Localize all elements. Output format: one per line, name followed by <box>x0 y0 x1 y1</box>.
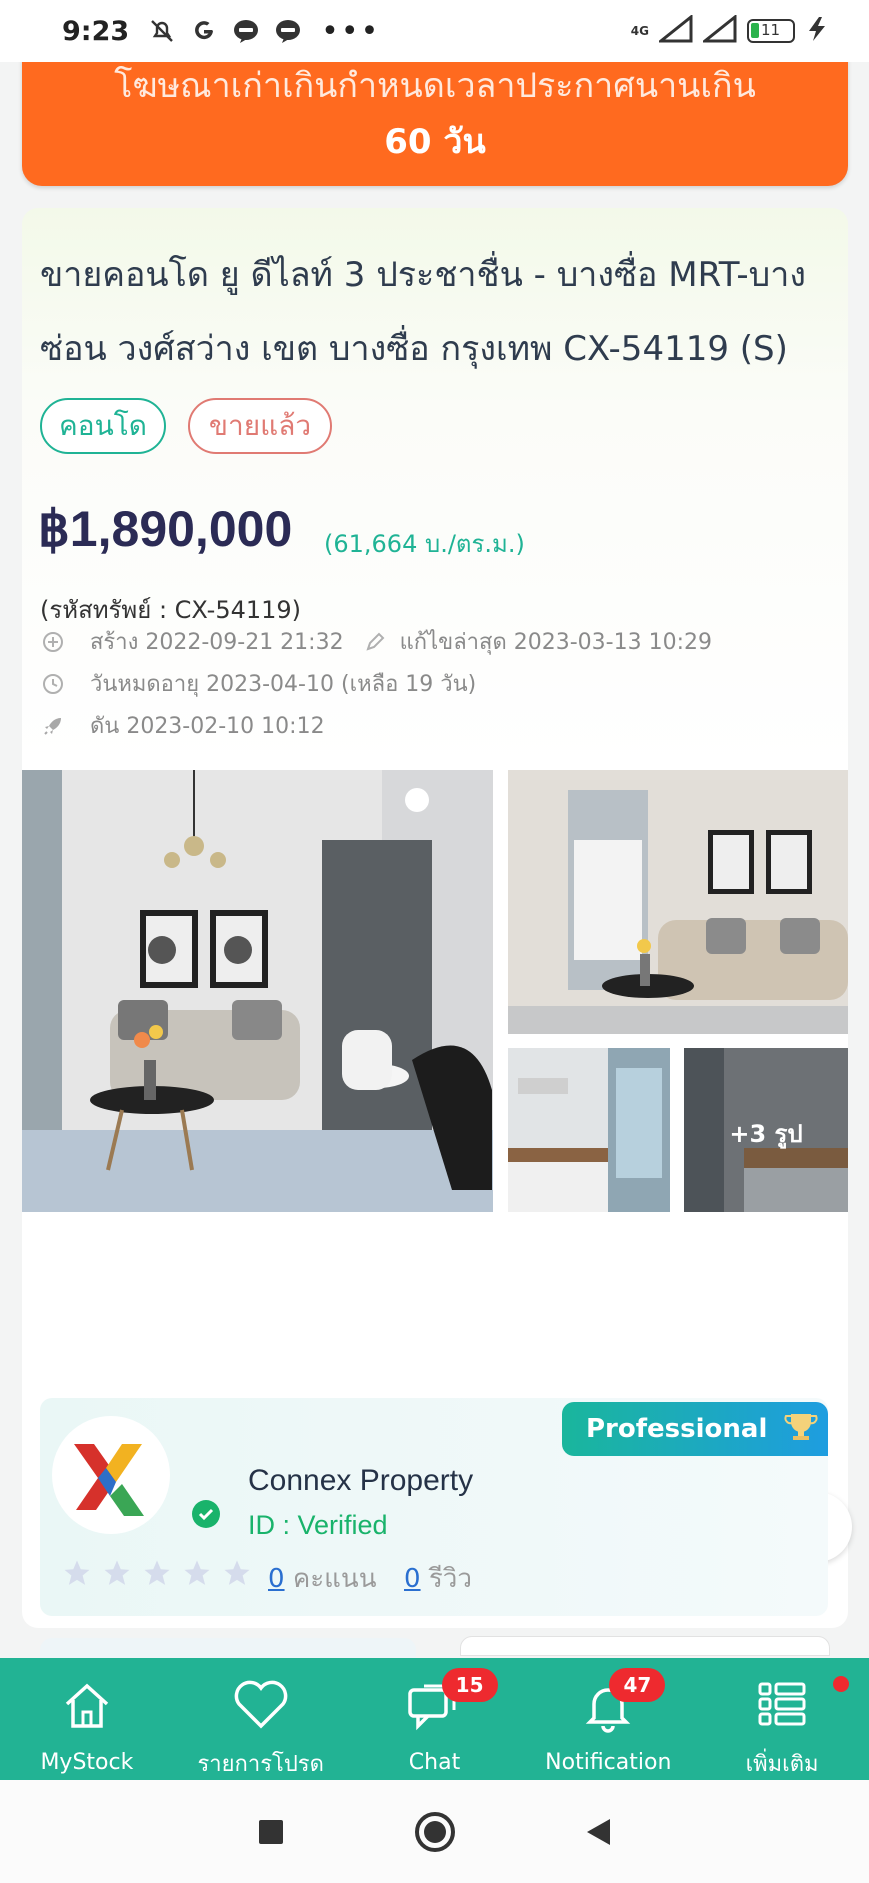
rating-count[interactable]: 0 <box>268 1564 285 1594</box>
main-photo[interactable] <box>22 770 493 1212</box>
review-count[interactable]: 0 <box>404 1564 421 1594</box>
edited-date: แก้ไขล่าสุด 2023-03-13 10:29 <box>399 630 712 655</box>
rating-score[interactable]: 0 คะแนน <box>268 1558 376 1599</box>
rating-label: คะแนน <box>292 1564 377 1594</box>
home-icon <box>57 1676 117 1736</box>
created-date: สร้าง 2022-09-21 21:32 <box>90 630 344 655</box>
back-icon[interactable] <box>577 1810 621 1854</box>
signal-icon <box>656 13 693 47</box>
heart-icon <box>231 1676 291 1732</box>
nav-notification[interactable]: 47 Notification <box>521 1658 695 1780</box>
nav-favorites-label: รายการโปรด <box>197 1752 324 1777</box>
bottom-navigation: MyStock รายการโปรด 15 Chat 47 Notificati… <box>0 1658 869 1780</box>
nav-notification-label: Notification <box>545 1750 672 1775</box>
nav-more[interactable]: เพิ่มเติม <box>695 1658 869 1780</box>
more-notifications-icon: ••• <box>321 13 381 49</box>
status-system-icons: 4G 11 <box>630 13 829 47</box>
professional-badge-label: Professional <box>586 1414 768 1444</box>
more-alert-dot <box>832 1676 849 1692</box>
review-label: รีวิว <box>428 1564 472 1594</box>
nav-more-label: เพิ่มเติม <box>745 1752 819 1777</box>
nav-chat[interactable]: 15 Chat <box>348 1658 522 1780</box>
banner-text-line1: โฆษณาเก่าเกินกำหนดเวลาประกาศนานเกิน <box>114 66 756 106</box>
agent-name[interactable]: Connex Property <box>248 1464 473 1498</box>
google-icon <box>189 16 219 46</box>
boost-row: ดัน 2023-02-10 10:12 <box>40 708 325 743</box>
expiry-row: วันหมดอายุ 2023-04-10 (เหลือ 19 วัน) <box>40 666 476 701</box>
listing-title: ขายคอนโด ยู ดีไลท์ 3 ประชาชื่น - บางซื่อ… <box>40 255 806 369</box>
nav-chat-label: Chat <box>408 1750 461 1775</box>
battery-icon: 11 <box>747 19 795 43</box>
clock-icon <box>40 671 66 697</box>
network-type: 4G <box>630 24 649 38</box>
rocket-icon <box>40 713 66 739</box>
next-card-peek-right <box>460 1636 830 1656</box>
battery-level: 11 <box>761 21 781 39</box>
notification-unread-badge: 47 <box>609 1668 666 1702</box>
trophy-icon <box>783 1410 819 1449</box>
signal-icon-2 <box>700 13 737 47</box>
star-icon <box>144 1560 170 1585</box>
mute-icon <box>147 16 177 46</box>
status-bar: 9:23 ••• 4G 11 <box>0 0 869 62</box>
connex-logo-icon <box>74 1444 144 1516</box>
created-edited-row: สร้าง 2022-09-21 21:32 แก้ไขล่าสุด 2023-… <box>40 624 712 659</box>
add-circle-icon <box>40 629 66 655</box>
banner-text-line2: 60 วัน <box>384 122 486 162</box>
star-icon <box>184 1560 210 1585</box>
boost-date: ดัน 2023-02-10 10:12 <box>90 714 325 739</box>
professional-badge: Professional <box>562 1402 828 1456</box>
property-type-chip[interactable]: คอนโด <box>40 398 166 454</box>
photo-thumbnail-more[interactable]: +3 รูป <box>684 1048 848 1212</box>
nav-favorites[interactable]: รายการโปรด <box>174 1658 348 1780</box>
listing-price: ฿1,890,000 <box>38 501 293 557</box>
line-app-icon <box>231 16 261 46</box>
star-icon <box>224 1560 250 1585</box>
home-circle-icon[interactable] <box>413 1810 457 1854</box>
line-app-icon-2 <box>273 16 303 46</box>
app-screen: 9:23 ••• 4G 11 โฆษณาเก่าเกินกำหนดเวลาประ… <box>0 0 869 1883</box>
chat-unread-badge: 15 <box>441 1668 498 1702</box>
agent-avatar[interactable] <box>52 1416 170 1534</box>
pencil-icon <box>362 629 388 655</box>
more-photos-label: +3 รูป <box>729 1120 803 1148</box>
nav-mystock[interactable]: MyStock <box>0 1658 174 1780</box>
star-icon <box>64 1560 90 1585</box>
expiry-date: วันหมดอายุ 2023-04-10 (เหลือ 19 วัน) <box>90 672 477 697</box>
photo-thumbnail-2[interactable] <box>508 1048 670 1212</box>
nav-mystock-label: MyStock <box>40 1750 134 1775</box>
list-icon <box>752 1676 812 1732</box>
recents-icon[interactable] <box>249 1810 293 1854</box>
status-notification-icons: ••• <box>147 14 380 49</box>
status-time: 9:23 <box>62 15 130 47</box>
system-navigation-bar <box>0 1780 869 1883</box>
star-icon <box>104 1560 130 1585</box>
agent-card[interactable]: Professional Connex Property ID : Verifi… <box>40 1398 828 1616</box>
sold-status-chip: ขายแล้ว <box>188 398 332 454</box>
rating-stars <box>62 1558 252 1588</box>
photo-thumbnail-1[interactable] <box>508 770 848 1034</box>
review-score[interactable]: 0 รีวิว <box>404 1558 472 1599</box>
charging-icon <box>805 15 829 47</box>
price-per-sqm: (61,664 บ./ตร.ม.) <box>324 530 525 558</box>
next-card-peek-left <box>40 1638 416 1658</box>
verified-check-icon <box>192 1500 220 1528</box>
agent-id-status: ID : Verified <box>248 1510 388 1540</box>
